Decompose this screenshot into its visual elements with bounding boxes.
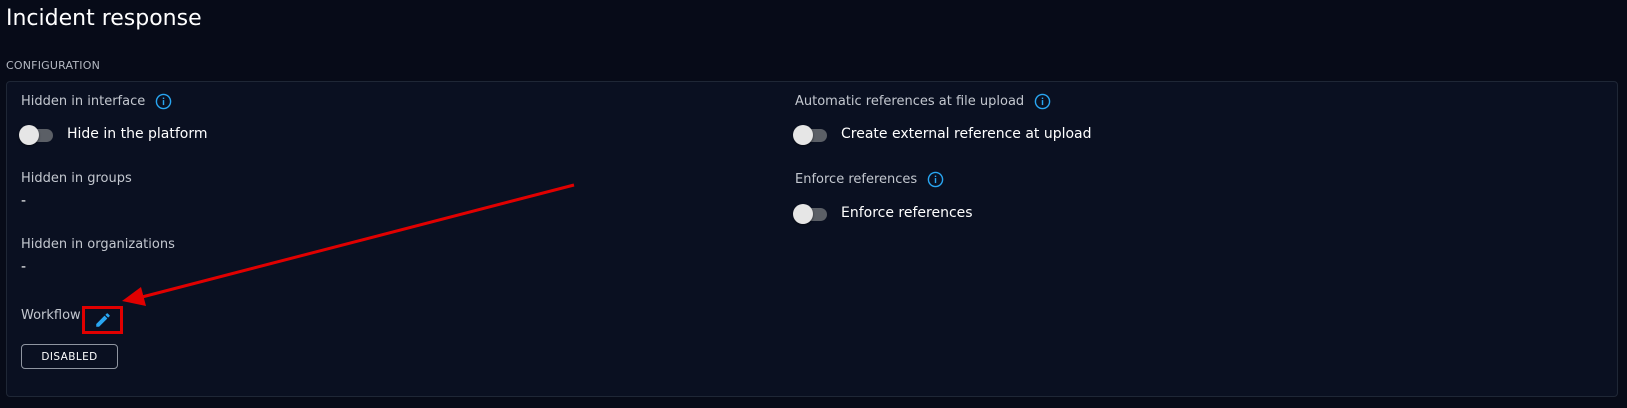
create-external-reference-toggle[interactable] [793,124,829,145]
hidden-in-groups-value: - [21,193,27,209]
hidden-in-interface-field: Hidden in interface [21,93,172,110]
hide-in-platform-toggle[interactable] [19,124,55,145]
enforce-references-field: Enforce references [795,171,944,188]
hidden-in-organizations-label: Hidden in organizations [21,237,175,252]
enforce-references-toggle[interactable] [793,203,829,224]
hidden-in-organizations-value: - [21,259,27,275]
info-icon[interactable] [927,171,944,188]
enforce-references-label: Enforce references [795,172,918,187]
toggle-thumb [793,125,813,145]
create-external-reference-row: Create external reference at upload [793,124,1092,145]
enforce-references-row: Enforce references [793,203,973,224]
info-icon[interactable] [1034,93,1051,110]
create-external-reference-label: Create external reference at upload [841,126,1092,142]
enforce-references-toggle-label: Enforce references [841,205,973,221]
automatic-references-field: Automatic references at file upload [795,93,1051,110]
section-label: CONFIGURATION [6,59,101,72]
pencil-icon[interactable] [94,311,112,329]
hidden-in-groups-label: Hidden in groups [21,171,132,186]
hide-in-platform-label: Hide in the platform [67,126,208,142]
page-title: Incident response [6,6,202,31]
toggle-thumb [19,125,39,145]
toggle-thumb [793,204,813,224]
workflow-label: Workflow [21,308,81,323]
page: Incident response CONFIGURATION Hidden i… [0,0,1627,408]
workflow-status-chip: DISABLED [21,344,118,369]
hidden-in-interface-label: Hidden in interface [21,94,146,109]
info-icon[interactable] [155,93,172,110]
workflow-edit-highlight [82,306,123,334]
hide-in-platform-row: Hide in the platform [19,124,208,145]
automatic-references-label: Automatic references at file upload [795,94,1025,109]
